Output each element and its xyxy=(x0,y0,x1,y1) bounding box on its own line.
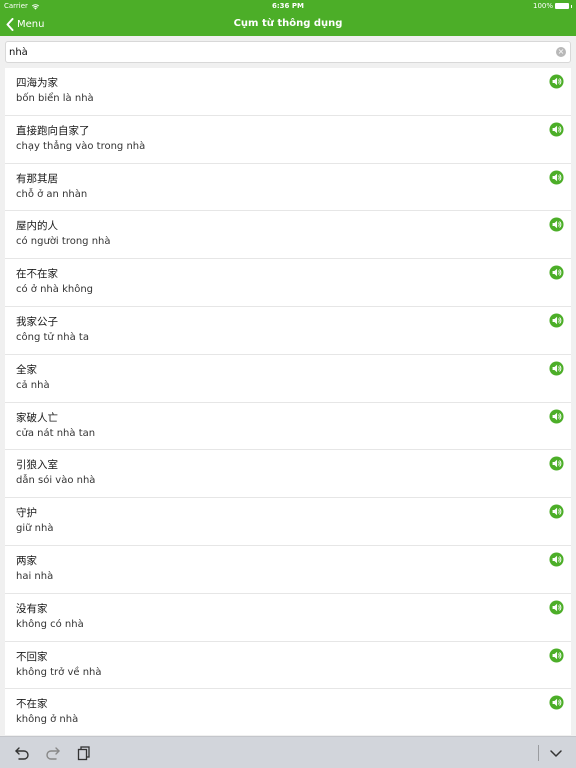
page-title: Cụm từ thông dụng xyxy=(233,18,343,29)
speaker-icon[interactable] xyxy=(549,600,564,615)
phrase-row[interactable]: 两家 hai nhà xyxy=(5,546,571,594)
search-input[interactable] xyxy=(9,42,549,62)
battery-percent: 100% xyxy=(532,2,553,10)
phrase-row[interactable]: 全家 cả nhà xyxy=(5,355,571,403)
redo-icon[interactable] xyxy=(45,745,61,761)
phrase-vietnamese: dẫn sói vào nhà xyxy=(16,475,96,487)
clear-icon[interactable]: × xyxy=(556,47,566,57)
speaker-icon[interactable] xyxy=(549,552,564,567)
speaker-icon[interactable] xyxy=(549,648,564,663)
phrase-chinese: 家破人亡 xyxy=(16,411,58,424)
phrase-chinese: 引狼入室 xyxy=(16,459,58,472)
phrase-list: 四海为家 bốn biển là nhà 直接跑向自家了 chạy thẳng vào… xyxy=(5,68,571,735)
phrase-chinese: 在不在家 xyxy=(16,268,58,281)
speaker-icon[interactable] xyxy=(549,217,564,232)
phrase-row[interactable]: 有那其居 chỗ ở an nhàn xyxy=(5,164,571,212)
phrase-row[interactable]: 引狼入室 dẫn sói vào nhà xyxy=(5,450,571,499)
status-time: 6:36 PM xyxy=(272,2,304,10)
phrase-chinese: 有那其居 xyxy=(16,172,58,185)
phrase-vietnamese: không trở về nhà xyxy=(16,666,102,678)
speaker-icon[interactable] xyxy=(549,265,564,280)
phrase-row[interactable]: 直接跑向自家了 chạy thẳng vào trong nhà xyxy=(5,116,571,164)
phrase-vietnamese: cửa nát nhà tan xyxy=(16,427,96,439)
phrase-chinese: 没有家 xyxy=(16,602,48,615)
phrase-row[interactable]: 家破人亡 cửa nát nhà tan xyxy=(5,403,571,451)
search-bar: × xyxy=(0,36,576,68)
phrase-chinese: 四海为家 xyxy=(16,77,58,89)
phrase-row[interactable]: 屋内的人 có người trong nhà xyxy=(5,211,571,260)
phrase-vietnamese: giữ nhà xyxy=(16,523,54,535)
phrase-vietnamese: hai nhà xyxy=(16,570,54,582)
phrase-vietnamese: công tử nhà ta xyxy=(16,331,89,343)
phrase-chinese: 直接跑向自家了 xyxy=(16,124,90,137)
speaker-icon[interactable] xyxy=(549,74,564,89)
hide-keyboard-icon[interactable] xyxy=(548,745,564,761)
phrase-vietnamese: bốn biển là nhà xyxy=(16,93,94,104)
speaker-icon[interactable] xyxy=(549,313,564,328)
phrase-vietnamese: không có nhà xyxy=(16,618,84,630)
phrase-chinese: 不在家 xyxy=(16,698,48,711)
speaker-icon[interactable] xyxy=(549,122,564,137)
phrase-chinese: 我家公子 xyxy=(16,315,58,328)
phrase-chinese: 不回家 xyxy=(16,650,48,663)
phrase-chinese: 全家 xyxy=(16,363,37,376)
phrase-chinese: 两家 xyxy=(16,554,37,567)
phrase-vietnamese: có ở nhà không xyxy=(16,284,94,296)
phrase-vietnamese: chạy thẳng vào trong nhà xyxy=(16,140,146,152)
phrase-vietnamese: có người trong nhà xyxy=(16,236,111,248)
speaker-icon[interactable] xyxy=(549,409,564,424)
navigation-bar: Menu Cụm từ thông dụng xyxy=(0,12,576,36)
battery-indicator: 100% xyxy=(533,0,572,12)
keyboard-toolbar xyxy=(0,736,576,768)
speaker-icon[interactable] xyxy=(549,456,564,471)
phrase-chinese: 守护 xyxy=(16,507,37,520)
battery-tip xyxy=(571,4,572,8)
speaker-icon[interactable] xyxy=(549,695,564,710)
phrase-vietnamese: chỗ ở an nhàn xyxy=(16,188,88,200)
toolbar-divider xyxy=(538,745,539,761)
phrase-vietnamese: cả nhà xyxy=(16,379,50,391)
phrase-row[interactable]: 守护 giữ nhà xyxy=(5,498,571,546)
paste-icon[interactable] xyxy=(76,745,92,761)
phrase-row[interactable]: 不在家 không ở nhà xyxy=(5,689,571,735)
undo-icon[interactable] xyxy=(14,745,30,761)
speaker-icon[interactable] xyxy=(549,504,564,519)
phrase-row[interactable]: 在不在家 có ở nhà không xyxy=(5,259,571,307)
status-bar: Carrier 6:36 PM 100% xyxy=(0,0,576,12)
phrase-chinese: 屋内的人 xyxy=(16,220,58,233)
phrase-row[interactable]: 不回家 không trở về nhà xyxy=(5,642,571,690)
battery-icon xyxy=(555,3,569,9)
phrase-row[interactable]: 我家公子 công tử nhà ta xyxy=(5,307,571,355)
speaker-icon[interactable] xyxy=(549,170,564,185)
speaker-icon[interactable] xyxy=(549,361,564,376)
phrase-row[interactable]: 没有家 không có nhà xyxy=(5,594,571,642)
phrase-vietnamese: không ở nhà xyxy=(16,714,79,726)
phrase-row[interactable]: 四海为家 bốn biển là nhà xyxy=(5,68,571,116)
search-box: × xyxy=(5,41,571,63)
